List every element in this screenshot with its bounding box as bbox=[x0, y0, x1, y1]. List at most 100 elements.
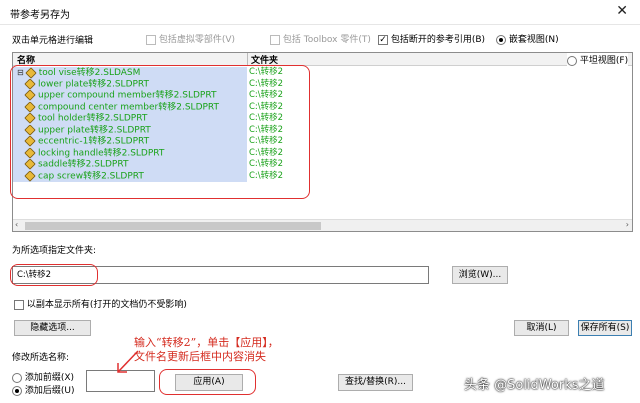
file-name-cell[interactable]: compound center member转移2.SLDPRT bbox=[13, 101, 247, 113]
folder-cell[interactable]: C:\转移2 bbox=[249, 148, 359, 160]
include-virtual-option[interactable]: 包括虚拟零部件(V) bbox=[146, 32, 235, 45]
nested-view-radio[interactable] bbox=[496, 34, 506, 45]
file-name-text: lower plate转移2.SLDPRT bbox=[38, 79, 150, 89]
edit-hint: 双击单元格进行编辑 bbox=[12, 36, 94, 46]
file-name-text: tool holder转移2.SLDPRT bbox=[38, 113, 148, 124]
flat-view-option[interactable]: 平坦视图(F) bbox=[567, 53, 629, 66]
file-list[interactable]: 名称 文件夹 ⊟ tool vise转移2.SLDASM C:\转移2 lower p… bbox=[12, 52, 633, 232]
show-all-copy-label: 以副本显示所有(打开的文档仍不受影响) bbox=[26, 300, 187, 310]
include-virtual-checkbox[interactable] bbox=[146, 34, 156, 45]
add-suffix-option[interactable]: 添加后缀(U) bbox=[12, 383, 75, 396]
hide-options-button[interactable]: 隐藏选项... bbox=[14, 320, 91, 336]
table-row[interactable]: tool holder转移2.SLDPRT C:\转移2 bbox=[13, 113, 632, 125]
part-icon bbox=[24, 147, 36, 159]
table-row[interactable]: cap screw转移2.SLDPRT C:\转移2 bbox=[13, 170, 632, 183]
nested-view-label: 嵌套视图(N) bbox=[508, 35, 559, 45]
table-row[interactable]: upper plate转移2.SLDPRT C:\转移2 bbox=[13, 124, 632, 137]
include-broken-option[interactable]: 包括断开的参考引用(B) bbox=[378, 32, 485, 45]
table-row[interactable]: saddle转移2.SLDPRT C:\转移2 bbox=[13, 159, 632, 171]
close-icon[interactable]: ✕ bbox=[616, 3, 628, 19]
part-icon bbox=[24, 78, 36, 90]
include-toolbox-option[interactable]: 包括 Toolbox 零件(T) bbox=[270, 32, 371, 45]
folder-cell[interactable]: C:\转移2 bbox=[249, 67, 359, 79]
column-header-name[interactable]: 名称 bbox=[17, 53, 35, 66]
folder-cell[interactable]: C:\转移2 bbox=[249, 102, 359, 114]
table-row[interactable]: eccentric-1转移2.SLDPRT C:\转移2 bbox=[13, 136, 632, 148]
rename-label: 修改所选名称: bbox=[12, 353, 70, 363]
file-name-text: saddle转移2.SLDPRT bbox=[38, 159, 129, 170]
column-divider[interactable] bbox=[247, 53, 248, 65]
window-title: 带参考另存为 bbox=[10, 10, 70, 21]
file-name-cell[interactable]: cap screw转移2.SLDPRT bbox=[13, 170, 247, 182]
watermark: 头条 @SolidWorks之道 bbox=[464, 378, 605, 393]
file-name-cell[interactable]: upper compound member转移2.SLDPRT bbox=[13, 90, 247, 102]
annotation-text: 输入“转移2”，单击【应用】， 文件名更新后框中内容消失 bbox=[134, 336, 279, 364]
file-name-cell[interactable]: upper plate转移2.SLDPRT bbox=[13, 124, 247, 136]
add-suffix-label: 添加后缀(U) bbox=[24, 386, 75, 396]
part-icon bbox=[24, 90, 36, 101]
flat-view-label: 平坦视图(F) bbox=[579, 56, 629, 66]
file-name-cell[interactable]: locking handle转移2.SLDPRT bbox=[13, 147, 247, 159]
file-name-cell[interactable]: tool holder转移2.SLDPRT bbox=[13, 113, 247, 125]
nested-view-option[interactable]: 嵌套视图(N) bbox=[496, 32, 559, 45]
folder-path-input[interactable]: C:\转移2 bbox=[12, 266, 429, 284]
file-name-text: eccentric-1转移2.SLDPRT bbox=[38, 136, 150, 147]
find-replace-button[interactable]: 查找/替换(R)... bbox=[338, 374, 413, 391]
folder-cell[interactable]: C:\转移2 bbox=[249, 113, 359, 125]
part-icon bbox=[24, 101, 36, 113]
file-name-cell[interactable]: eccentric-1转移2.SLDPRT bbox=[13, 136, 247, 148]
title-bar: 带参考另存为 ✕ bbox=[0, 0, 640, 25]
annotation-line-2: 文件名更新后框中内容消失 bbox=[134, 350, 266, 363]
column-header-folder[interactable]: 文件夹 bbox=[251, 53, 278, 66]
folder-cell[interactable]: C:\转移2 bbox=[249, 79, 359, 91]
file-name-cell[interactable]: saddle转移2.SLDPRT bbox=[13, 159, 247, 171]
show-all-copy-option[interactable]: 以副本显示所有(打开的文档仍不受影响) bbox=[14, 297, 187, 310]
flat-view-radio[interactable] bbox=[567, 55, 577, 66]
add-suffix-radio[interactable] bbox=[12, 385, 22, 396]
browse-button[interactable]: 浏览(W)... bbox=[452, 266, 508, 284]
file-name-text: compound center member转移2.SLDPRT bbox=[38, 102, 220, 112]
table-row[interactable]: locking handle转移2.SLDPRT C:\转移2 bbox=[13, 147, 632, 160]
file-name-cell[interactable]: ⊟ tool vise转移2.SLDASM bbox=[13, 67, 247, 79]
collapse-icon[interactable]: ⊟ bbox=[17, 68, 24, 77]
part-icon bbox=[24, 159, 36, 170]
folder-label: 为所选项指定文件夹: bbox=[12, 246, 97, 256]
add-prefix-radio[interactable] bbox=[12, 372, 22, 383]
part-icon bbox=[24, 170, 36, 182]
part-icon bbox=[24, 136, 36, 147]
add-prefix-option[interactable]: 添加前缀(X) bbox=[12, 370, 74, 383]
include-broken-label: 包括断开的参考引用(B) bbox=[390, 35, 486, 45]
folder-cell[interactable]: C:\转移2 bbox=[249, 136, 359, 148]
horizontal-scrollbar[interactable]: ‹ › bbox=[13, 219, 632, 231]
folder-cell[interactable]: C:\转移2 bbox=[249, 90, 359, 102]
folder-cell[interactable]: C:\转移2 bbox=[249, 125, 359, 137]
file-name-text: locking handle转移2.SLDPRT bbox=[38, 148, 165, 158]
part-icon bbox=[24, 113, 36, 124]
save-all-button[interactable]: 保存所有(S) bbox=[578, 320, 632, 336]
table-row[interactable]: compound center member转移2.SLDPRT C:\转移2 bbox=[13, 101, 632, 114]
folder-cell[interactable]: C:\转移2 bbox=[249, 159, 359, 171]
scroll-right-icon[interactable]: › bbox=[626, 220, 629, 229]
include-virtual-label: 包括虚拟零部件(V) bbox=[158, 35, 236, 45]
include-broken-checkbox[interactable] bbox=[378, 34, 388, 45]
scroll-left-icon[interactable]: ‹ bbox=[15, 220, 18, 229]
file-name-text: tool vise转移2.SLDASM bbox=[38, 68, 141, 78]
scrollbar-thumb[interactable] bbox=[25, 222, 321, 230]
table-row[interactable]: ⊟ tool vise转移2.SLDASM C:\转移2 bbox=[13, 67, 632, 79]
table-row[interactable]: lower plate转移2.SLDPRT C:\转移2 bbox=[13, 78, 632, 91]
table-row[interactable]: upper compound member转移2.SLDPRT C:\转移2 bbox=[13, 90, 632, 102]
show-all-copy-checkbox[interactable] bbox=[14, 299, 24, 310]
part-icon bbox=[24, 124, 36, 136]
include-toolbox-label: 包括 Toolbox 零件(T) bbox=[282, 35, 371, 45]
include-toolbox-checkbox[interactable] bbox=[270, 34, 280, 45]
file-name-text: upper compound member转移2.SLDPRT bbox=[38, 90, 217, 101]
apply-button[interactable]: 应用(A) bbox=[175, 374, 243, 391]
file-name-cell[interactable]: lower plate转移2.SLDPRT bbox=[13, 78, 247, 90]
file-name-text: cap screw转移2.SLDPRT bbox=[38, 171, 144, 181]
assembly-icon bbox=[25, 67, 37, 79]
folder-cell[interactable]: C:\转移2 bbox=[249, 171, 359, 183]
annotation-line-1: 输入“转移2”，单击【应用】， bbox=[134, 336, 279, 349]
cancel-button[interactable]: 取消(L) bbox=[514, 320, 569, 336]
list-header: 名称 文件夹 bbox=[13, 53, 632, 66]
file-name-text: upper plate转移2.SLDPRT bbox=[38, 125, 151, 135]
